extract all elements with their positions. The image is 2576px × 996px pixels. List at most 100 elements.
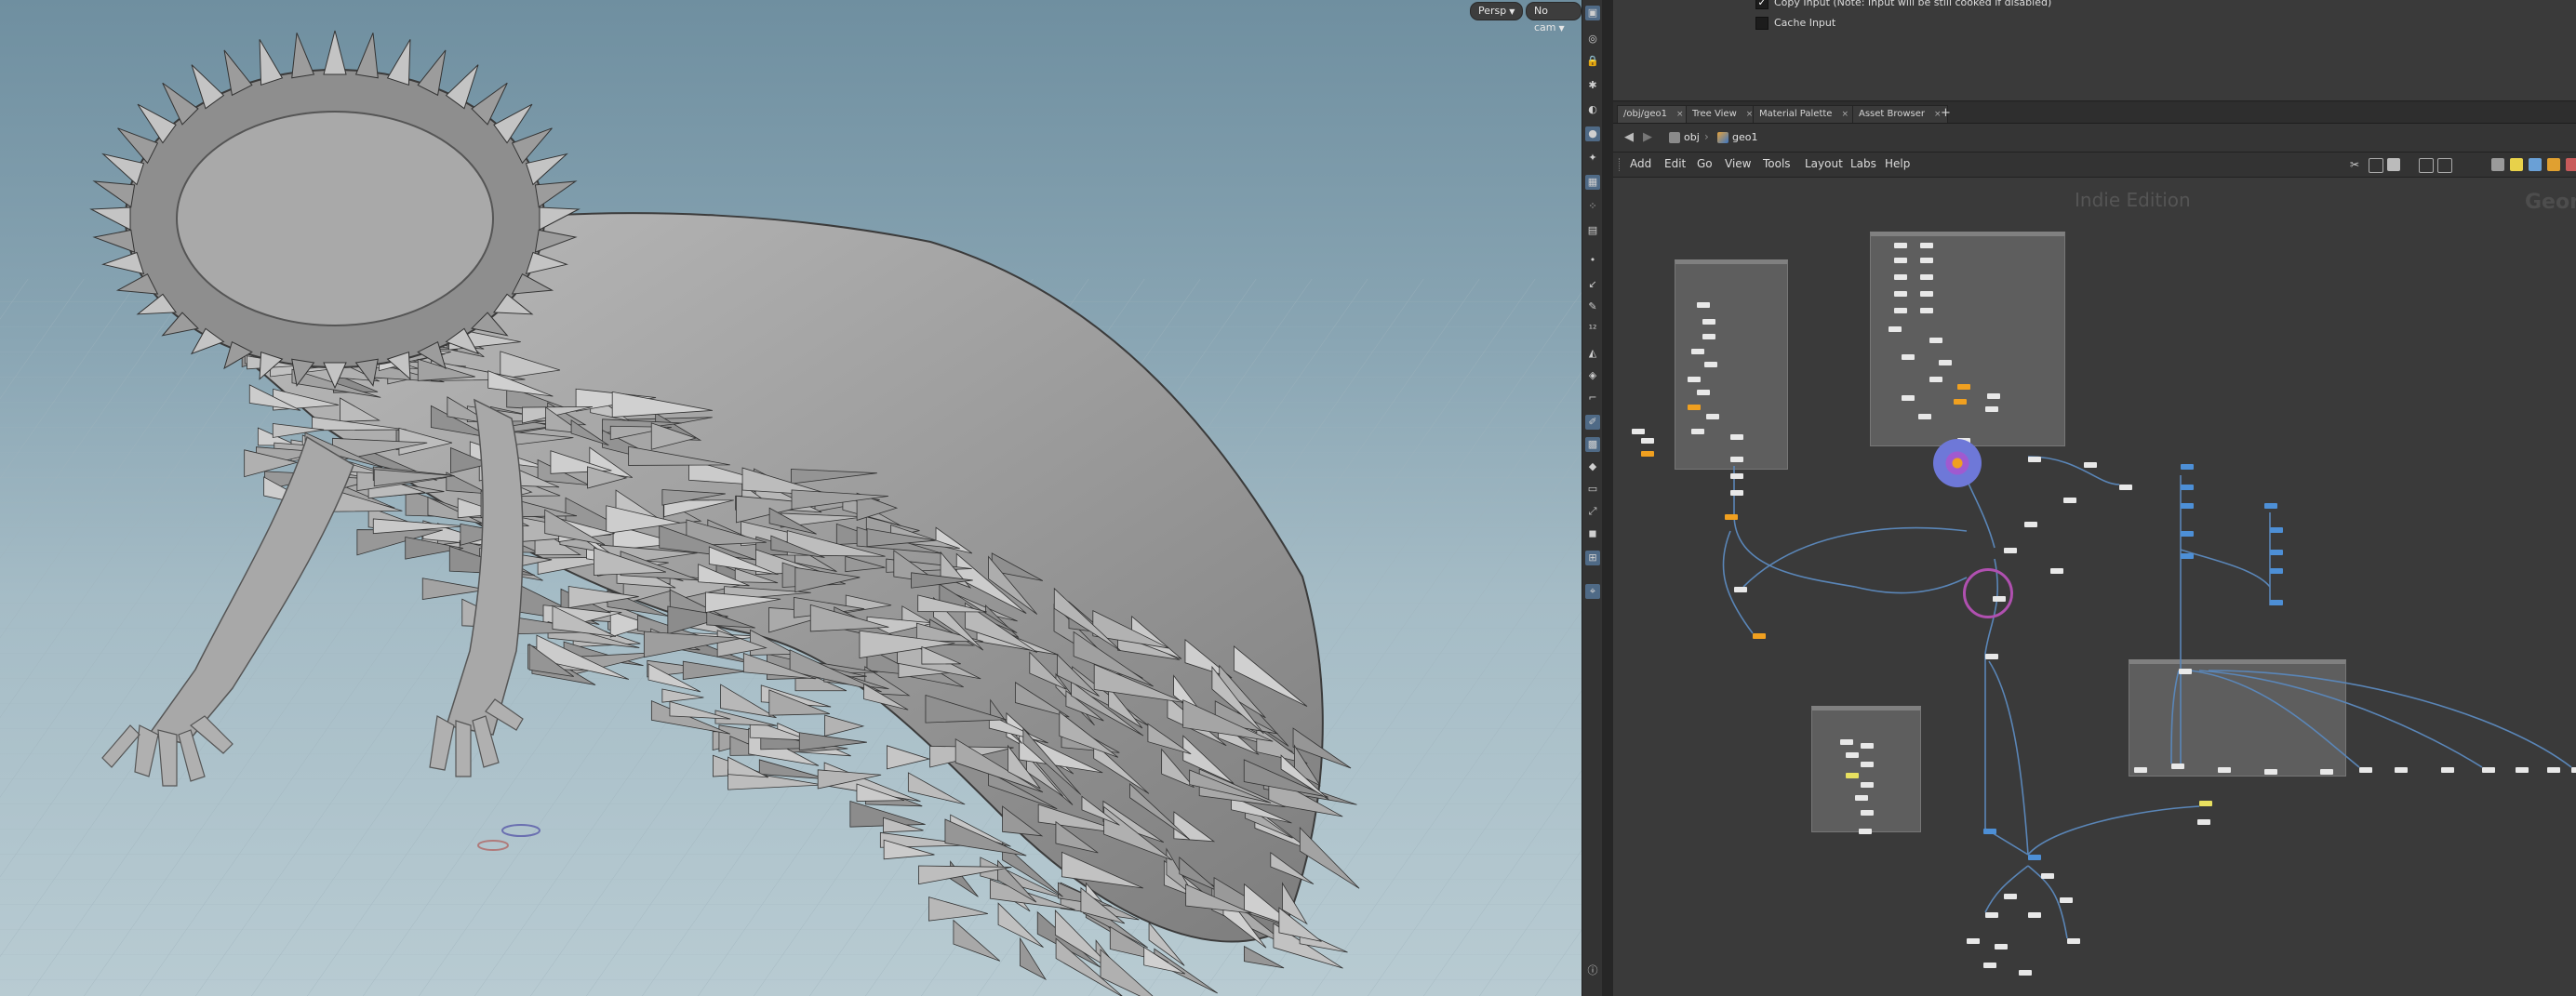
network-node[interactable]	[1985, 654, 1998, 659]
network-node[interactable]	[1688, 377, 1701, 382]
network-node[interactable]	[1846, 773, 1859, 778]
camera-icon[interactable]: ◼	[1585, 526, 1600, 541]
network-node[interactable]	[1691, 349, 1704, 354]
breadcrumb-obj[interactable]: obj	[1669, 129, 1700, 146]
palette-icon[interactable]	[2547, 158, 2560, 171]
close-icon[interactable]: ×	[1841, 110, 1849, 119]
network-node[interactable]	[1920, 308, 1933, 313]
menu-view[interactable]: View	[1725, 157, 1751, 170]
back-arrow-icon[interactable]: ◀	[1624, 130, 1634, 144]
network-node[interactable]	[2441, 767, 2454, 773]
network-node[interactable]	[1859, 829, 1872, 834]
network-node[interactable]	[1861, 782, 1874, 788]
network-node[interactable]	[1688, 405, 1701, 410]
network-node[interactable]	[2197, 819, 2210, 825]
network-node[interactable]	[1697, 302, 1710, 308]
network-node[interactable]	[1987, 393, 2000, 399]
network-node[interactable]	[2028, 912, 2041, 918]
network-node[interactable]	[1730, 457, 1743, 462]
network-editor[interactable]: Indie Edition Geon	[1613, 178, 2576, 996]
network-node[interactable]	[1846, 752, 1859, 758]
breadcrumb-geo1[interactable]: geo1	[1717, 129, 1757, 146]
network-node[interactable]	[2181, 464, 2194, 470]
network-node[interactable]	[2024, 522, 2037, 527]
network-node[interactable]	[1957, 384, 1970, 390]
menu-tools[interactable]: Tools	[1763, 157, 1791, 170]
network-node[interactable]	[2067, 938, 2080, 944]
network-node[interactable]	[1894, 308, 1907, 313]
menu-labs[interactable]: Labs	[1850, 157, 1876, 170]
network-node[interactable]	[2359, 767, 2372, 773]
network-node[interactable]	[1985, 406, 1998, 412]
network-node[interactable]	[2516, 767, 2529, 773]
menu-layout[interactable]: Layout	[1805, 157, 1843, 170]
network-node[interactable]	[1929, 338, 1942, 343]
menu-edit[interactable]: Edit	[1664, 157, 1686, 170]
network-node[interactable]	[2218, 767, 2231, 773]
network-node[interactable]	[1894, 243, 1907, 248]
grid-view-icon[interactable]	[2419, 158, 2434, 173]
network-node[interactable]	[1889, 326, 1902, 332]
network-node[interactable]	[1730, 434, 1743, 440]
network-node[interactable]	[2041, 873, 2054, 879]
brush-icon[interactable]: ✎	[1585, 299, 1600, 314]
image-icon[interactable]	[2491, 158, 2504, 171]
network-node[interactable]	[2181, 553, 2194, 559]
network-node[interactable]	[2019, 970, 2032, 976]
dot-icon[interactable]: •	[1585, 253, 1600, 268]
network-node[interactable]	[1855, 795, 1868, 801]
network-node[interactable]	[1840, 739, 1853, 745]
network-node[interactable]	[1861, 810, 1874, 816]
network-node[interactable]	[1691, 429, 1704, 434]
network-node[interactable]	[1861, 762, 1874, 767]
network-node[interactable]	[2179, 669, 2192, 674]
snap-icon[interactable]: ✱	[1585, 78, 1600, 93]
network-node[interactable]	[2028, 855, 2041, 860]
tab-tree-view[interactable]: Tree View ×	[1686, 105, 1760, 123]
close-icon[interactable]: ×	[1676, 110, 1684, 119]
guide-icon[interactable]: ◈	[1585, 368, 1600, 383]
scene-viewport[interactable]: Persp ▼ No cam ▼	[0, 0, 1582, 996]
tab-network-geo1[interactable]: /obj/geo1 ×	[1617, 105, 1690, 123]
diamond-icon[interactable]: ◆	[1585, 459, 1600, 474]
network-node[interactable]	[1939, 360, 1952, 365]
network-node[interactable]	[2395, 767, 2408, 773]
camera-menu-button[interactable]: No cam ▼	[1526, 2, 1582, 33]
wireframe-icon[interactable]: ▦	[1585, 175, 1600, 190]
network-node[interactable]	[2547, 767, 2560, 773]
select-tool-icon[interactable]: ▣	[1585, 6, 1600, 20]
network-node[interactable]	[1894, 258, 1907, 263]
uv-icon[interactable]: ◭	[1585, 346, 1600, 361]
template-icon[interactable]: ▩	[1585, 437, 1600, 452]
network-node[interactable]	[1632, 429, 1645, 434]
network-node[interactable]	[1894, 291, 1907, 297]
menu-add[interactable]: Add	[1630, 157, 1651, 170]
network-node[interactable]	[1641, 438, 1654, 444]
network-node[interactable]	[2004, 894, 2017, 899]
network-node[interactable]	[1734, 587, 1747, 592]
network-node[interactable]	[1902, 395, 1915, 401]
selected-node-highlight[interactable]	[1933, 439, 1982, 487]
network-node[interactable]	[1641, 451, 1654, 457]
pane-divider[interactable]	[1602, 0, 1613, 996]
copy-input-checkbox[interactable]: ✓	[1755, 0, 1768, 9]
network-node[interactable]	[2270, 600, 2283, 605]
network-node[interactable]	[2270, 527, 2283, 533]
network-node[interactable]	[1967, 938, 1980, 944]
list-icon[interactable]	[2387, 158, 2400, 171]
lock-icon[interactable]: 🔒	[1585, 54, 1600, 69]
display-icon[interactable]: ◐	[1585, 102, 1600, 117]
menu-help[interactable]: Help	[1885, 157, 1910, 170]
ghost-icon[interactable]: ◎	[1585, 32, 1600, 46]
cache-input-checkbox[interactable]	[1755, 17, 1768, 30]
network-node[interactable]	[2482, 767, 2495, 773]
network-node[interactable]	[2264, 503, 2277, 509]
pen-icon[interactable]: ✐	[1585, 415, 1600, 430]
network-node[interactable]	[1983, 963, 1996, 968]
network-node[interactable]	[2320, 769, 2333, 775]
split-view-icon[interactable]	[2437, 158, 2452, 173]
network-node[interactable]	[1753, 633, 1766, 639]
network-node[interactable]	[1983, 829, 1996, 834]
network-node[interactable]	[1995, 944, 2008, 950]
network-node[interactable]	[2571, 767, 2576, 773]
